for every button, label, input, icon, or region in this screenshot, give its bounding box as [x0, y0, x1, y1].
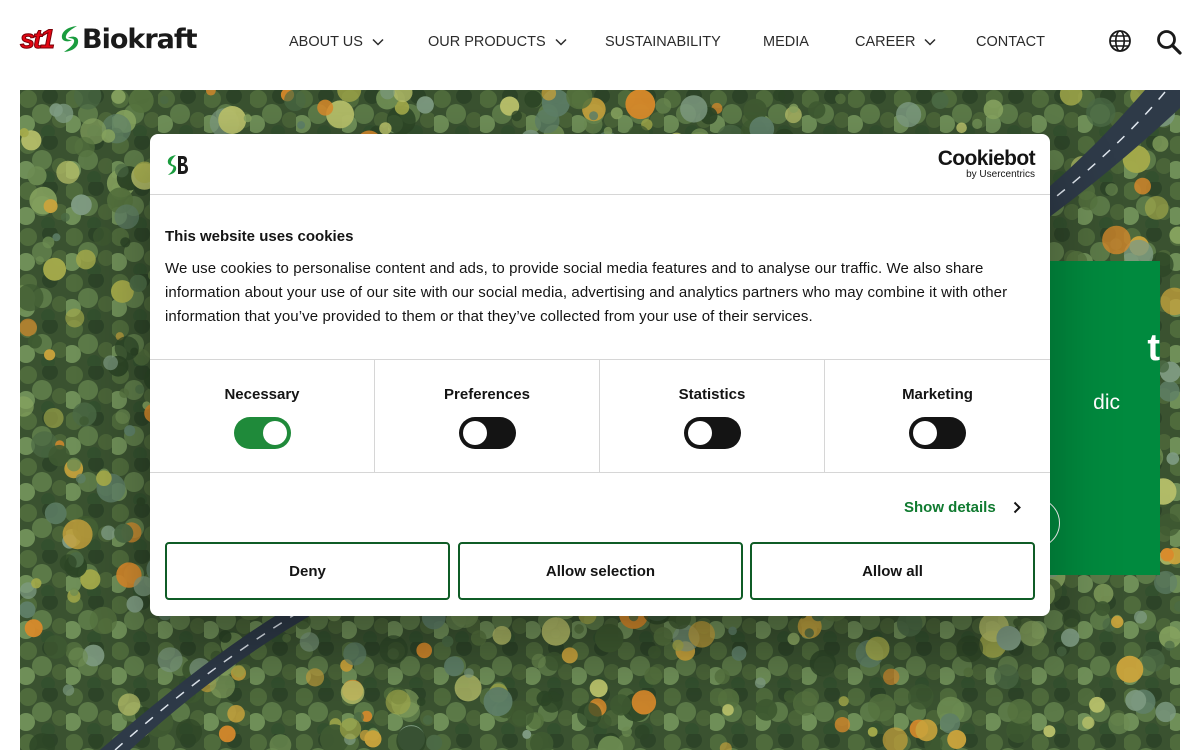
statistics-toggle[interactable] — [684, 417, 741, 449]
nav-item-label: CONTACT — [976, 34, 1046, 50]
show-details-link[interactable]: Show details — [904, 498, 1021, 516]
consent-statistics: Statistics — [600, 360, 825, 472]
allow-selection-button[interactable]: Allow selection — [458, 542, 743, 600]
logo-st1-mark: st1 — [19, 23, 55, 54]
toggle-knob — [688, 421, 712, 445]
consent-label: Statistics — [678, 386, 746, 403]
cookie-dialog-header: Cookiebot by Usercentrics — [150, 134, 1050, 195]
chevron-down-icon — [372, 38, 384, 46]
site-logo[interactable]: st1 Biokraft — [19, 22, 220, 56]
consent-marketing: Marketing — [825, 360, 1050, 472]
consent-categories: Necessary Preferences Statistics Marketi… — [150, 359, 1050, 473]
logo-leaf-icon — [61, 26, 79, 52]
show-details-label: Show details — [904, 498, 996, 516]
consent-label: Preferences — [444, 386, 530, 403]
site-header: st1 Biokraft ABOUT US OUR PRODUCTS SUSTA… — [0, 0, 1200, 90]
nav-item-label: CAREER — [855, 34, 916, 50]
cookiebot-wordmark: Cookiebot — [937, 147, 1036, 170]
deny-button[interactable]: Deny — [165, 542, 450, 600]
nav-item-sustainability[interactable]: SUSTAINABILITY — [605, 33, 721, 51]
globe-icon[interactable] — [1108, 29, 1132, 53]
nav-item-label: ABOUT US — [289, 34, 363, 50]
search-icon[interactable] — [1156, 29, 1182, 55]
consent-label: Marketing — [902, 386, 973, 403]
preferences-toggle[interactable] — [459, 417, 516, 449]
toggle-knob — [463, 421, 487, 445]
toggle-knob — [263, 421, 287, 445]
nav-item-career[interactable]: CAREER — [855, 33, 936, 51]
cookie-consent-dialog: Cookiebot by Usercentrics This website u… — [150, 134, 1050, 616]
cookie-dialog-title: This website uses cookies — [165, 228, 354, 245]
chevron-down-icon — [555, 38, 567, 46]
consent-label: Necessary — [224, 386, 300, 403]
marketing-toggle[interactable] — [909, 417, 966, 449]
nav-item-about-us[interactable]: ABOUT US — [289, 33, 384, 51]
biokraft-leaf-icon — [167, 155, 188, 175]
chevron-down-icon — [924, 38, 936, 46]
nav-item-contact[interactable]: CONTACT — [976, 33, 1045, 51]
chevron-right-icon — [1013, 501, 1021, 513]
cookiebot-byline: by Usercentrics — [966, 169, 1035, 180]
nav-item-label: SUSTAINABILITY — [605, 34, 721, 50]
necessary-toggle[interactable] — [234, 417, 291, 449]
nav-item-our-products[interactable]: OUR PRODUCTS — [428, 33, 567, 51]
allow-all-button[interactable]: Allow all — [750, 542, 1035, 600]
cookie-dialog-body: We use cookies to personalise content an… — [165, 260, 1008, 325]
nav-item-label: MEDIA — [763, 34, 809, 50]
consent-necessary: Necessary — [150, 360, 375, 472]
logo-wordmark: Biokraft — [82, 23, 198, 55]
nav-item-label: OUR PRODUCTS — [428, 34, 546, 50]
cookiebot-logo: Cookiebot by Usercentrics — [933, 147, 1036, 180]
nav-item-media[interactable]: MEDIA — [763, 33, 809, 51]
toggle-knob — [913, 421, 937, 445]
consent-preferences: Preferences — [375, 360, 600, 472]
